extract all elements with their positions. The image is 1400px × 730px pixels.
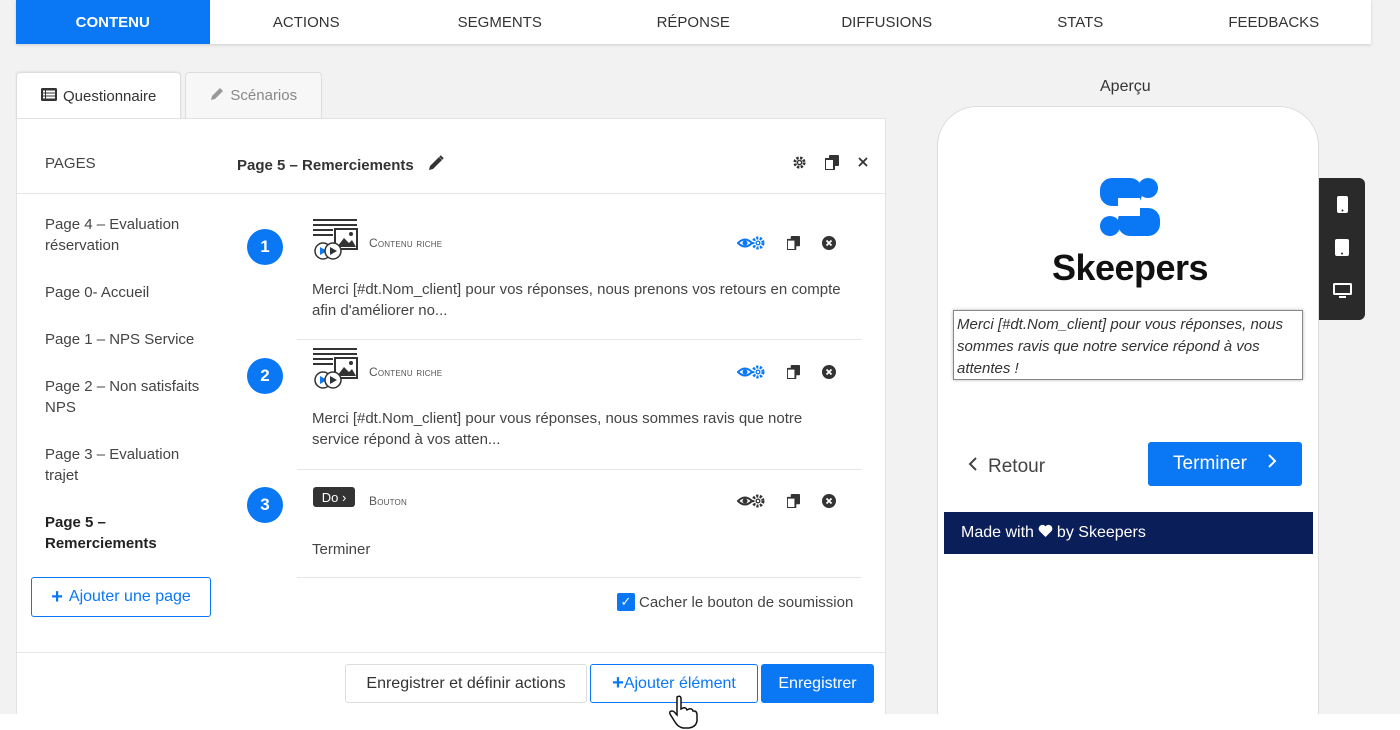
- desktop-device-icon[interactable]: [1332, 283, 1352, 302]
- brand-name: Skeepers: [1051, 247, 1209, 288]
- element-actions: [736, 493, 836, 512]
- tab-scenarios-label: Scénarios: [230, 87, 298, 104]
- pencil-icon: [210, 87, 224, 104]
- sidebar-item-page-3[interactable]: Page 3 – Evaluation trajet: [45, 444, 215, 486]
- edit-title-icon[interactable]: [428, 155, 444, 175]
- hide-submit-option[interactable]: ✓ Cacher le bouton de soumission: [617, 593, 853, 611]
- element-type: Contenu riche: [369, 365, 443, 379]
- panel-header: PAGES Page 5 – Remerciements: [17, 119, 885, 194]
- page-settings-icon[interactable]: [792, 155, 807, 174]
- chevron-left-icon: [968, 456, 978, 478]
- hide-submit-checkbox[interactable]: ✓: [617, 593, 635, 611]
- list-icon: [41, 88, 57, 104]
- rich-content-icon: [313, 219, 359, 261]
- element-actions: [736, 235, 836, 254]
- mobile-device-icon[interactable]: [1336, 195, 1348, 216]
- element-type: Contenu riche: [369, 236, 443, 250]
- duplicate-icon[interactable]: [786, 236, 800, 253]
- page-actions: [792, 155, 869, 174]
- footer-divider: [17, 652, 885, 653]
- page-close-icon[interactable]: [857, 155, 869, 174]
- chevron-right-icon: [1267, 453, 1277, 475]
- rich-content-icon: [313, 348, 359, 390]
- nav-tab-diffusions[interactable]: Diffusions: [790, 0, 984, 44]
- duplicate-icon[interactable]: [786, 365, 800, 382]
- element-actions: [736, 364, 836, 383]
- divider: [297, 339, 862, 340]
- made-with-prefix: Made with: [961, 524, 1034, 541]
- page-duplicate-icon[interactable]: [824, 155, 839, 174]
- heart-icon: [1038, 524, 1053, 542]
- duplicate-icon[interactable]: [786, 494, 800, 511]
- save-and-define-actions-button[interactable]: Enregistrer et définir actions: [345, 664, 587, 703]
- add-page-button[interactable]: + Ajouter une page: [31, 577, 211, 617]
- page-title: Page 5 – Remerciements: [237, 155, 444, 175]
- nav-tab-feedbacks[interactable]: Feedbacks: [1177, 0, 1371, 44]
- finish-button[interactable]: Terminer: [1148, 442, 1302, 486]
- divider: [297, 577, 862, 578]
- nav-tab-contenu[interactable]: Contenu: [16, 0, 210, 44]
- visibility-settings-icon[interactable]: [736, 493, 765, 512]
- tablet-device-icon[interactable]: [1335, 239, 1349, 259]
- brand-logo: Skeepers: [1050, 176, 1210, 289]
- editor-panel: PAGES Page 5 – Remerciements Page 4 – Ev…: [16, 118, 886, 718]
- element-number: 2: [247, 358, 283, 394]
- skeepers-logo-icon: [1100, 178, 1160, 236]
- tab-questionnaire[interactable]: Questionnaire: [16, 72, 182, 119]
- finish-label: Terminer: [1173, 453, 1247, 474]
- hide-submit-label: Cacher le bouton de soumission: [639, 593, 854, 611]
- save-button[interactable]: Enregistrer: [761, 664, 874, 703]
- device-switcher: [1319, 178, 1365, 320]
- element-type: Bouton: [369, 494, 407, 508]
- add-element-label: Ajouter élément: [623, 674, 736, 692]
- element-number: 1: [247, 229, 283, 265]
- tab-questionnaire-label: Questionnaire: [63, 87, 157, 105]
- page-bottom-strip: [0, 714, 1400, 730]
- made-with-banner: Made with by Skeepers: [944, 512, 1313, 554]
- main-nav: Contenu Actions Segments Réponse Diffusi…: [16, 0, 1371, 44]
- back-label: Retour: [988, 456, 1046, 477]
- nav-tab-segments[interactable]: Segments: [403, 0, 597, 44]
- button-type-icon-label: Do: [321, 489, 339, 505]
- plus-icon: +: [612, 672, 624, 694]
- nav-tab-reponse[interactable]: Réponse: [597, 0, 791, 44]
- visibility-settings-icon[interactable]: [736, 235, 765, 254]
- plus-icon: +: [51, 585, 63, 608]
- sidebar-item-page-4[interactable]: Page 4 – Evaluation réservation: [45, 214, 215, 256]
- sidebar-item-page-2[interactable]: Page 2 – Non satisfaits NPS: [45, 376, 215, 418]
- made-with-suffix: by Skeepers: [1056, 524, 1146, 541]
- page-title-text: Page 5 – Remerciements: [237, 156, 414, 174]
- hand-cursor-icon: [668, 695, 698, 729]
- preview-title: Aperçu: [1100, 78, 1151, 95]
- delete-icon[interactable]: [822, 365, 836, 382]
- element-preview-text: Merci [#dt.Nom_client] pour vous réponse…: [312, 410, 803, 448]
- tab-scenarios[interactable]: Scénarios: [185, 72, 323, 118]
- sidebar-item-page-1[interactable]: Page 1 – NPS Service: [45, 329, 215, 350]
- back-button[interactable]: Retour: [968, 456, 1045, 478]
- nav-tab-stats[interactable]: Stats: [984, 0, 1178, 44]
- preview-text-block[interactable]: Merci [#dt.Nom_client] pour vous réponse…: [953, 310, 1303, 380]
- editor-tabs: Questionnaire Scénarios: [16, 72, 323, 119]
- button-type-icon: Do ›: [313, 487, 359, 529]
- sidebar-item-page-5[interactable]: Page 5 – Remerciements: [45, 512, 215, 554]
- pages-label: PAGES: [45, 155, 96, 172]
- element-preview-text: Terminer: [312, 541, 371, 558]
- element-preview-text: Merci [#dt.Nom_client] pour vos réponses…: [312, 281, 841, 319]
- add-page-label: Ajouter une page: [68, 588, 191, 605]
- delete-icon[interactable]: [822, 494, 836, 511]
- element-number: 3: [247, 487, 283, 523]
- nav-tab-actions[interactable]: Actions: [210, 0, 404, 44]
- pages-list: Page 4 – Evaluation réservation Page 0- …: [45, 214, 215, 580]
- sidebar-item-page-0[interactable]: Page 0- Accueil: [45, 282, 215, 303]
- visibility-settings-icon[interactable]: [736, 364, 765, 383]
- divider: [297, 469, 862, 470]
- delete-icon[interactable]: [822, 236, 836, 253]
